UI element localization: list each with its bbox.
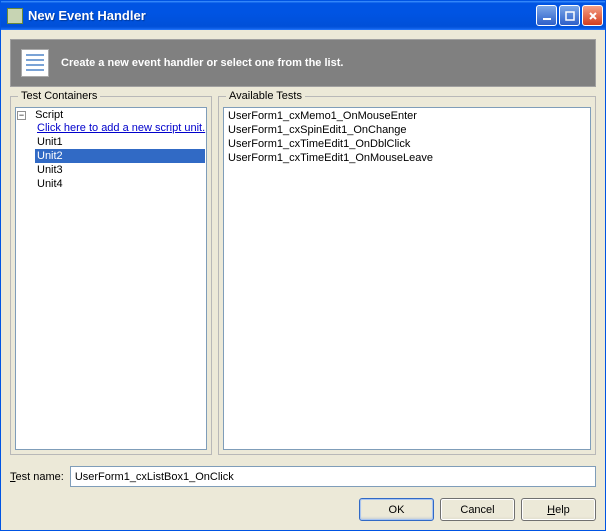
available-test-item[interactable]: UserForm1_cxTimeEdit1_OnDblClick	[225, 137, 589, 151]
available-test-item[interactable]: UserForm1_cxSpinEdit1_OnChange	[225, 123, 589, 137]
panes-row: Test Containers − Script Click here to a…	[10, 96, 596, 455]
test-name-input[interactable]	[70, 466, 596, 487]
available-tests-legend: Available Tests	[226, 90, 305, 102]
available-test-item[interactable]: UserForm1_cxMemo1_OnMouseEnter	[225, 109, 589, 123]
instruction-text: Create a new event handler or select one…	[61, 57, 343, 69]
help-button[interactable]: Help	[521, 498, 596, 521]
minimize-icon	[542, 11, 552, 21]
app-icon	[7, 8, 23, 24]
titlebar: New Event Handler	[1, 1, 605, 30]
available-test-item[interactable]: UserForm1_cxTimeEdit1_OnMouseLeave	[225, 151, 589, 165]
cancel-button[interactable]: Cancel	[440, 498, 515, 521]
tree-root: − Script Click here to add a new script …	[17, 109, 205, 191]
close-icon	[588, 11, 598, 21]
window-title: New Event Handler	[28, 8, 536, 23]
test-containers-group: Test Containers − Script Click here to a…	[10, 96, 212, 455]
test-containers-tree[interactable]: − Script Click here to add a new script …	[15, 107, 207, 450]
close-button[interactable]	[582, 5, 603, 26]
tree-root-row[interactable]: − Script	[17, 109, 205, 121]
ok-button[interactable]: OK	[359, 498, 434, 521]
tree-root-label: Script	[33, 108, 65, 122]
add-script-unit-link-text: Click here to add a new script unit.	[37, 122, 205, 134]
dialog-content: Create a new event handler or select one…	[1, 30, 605, 530]
script-icon	[21, 49, 49, 77]
instruction-banner: Create a new event handler or select one…	[10, 39, 596, 87]
tree-item[interactable]: Unit2	[35, 149, 205, 163]
dialog-buttons: OK Cancel Help	[10, 496, 596, 521]
tree-item[interactable]: Unit4	[35, 177, 205, 191]
maximize-icon	[565, 11, 575, 21]
available-tests-list[interactable]: UserForm1_cxMemo1_OnMouseEnterUserForm1_…	[223, 107, 591, 450]
minimize-button[interactable]	[536, 5, 557, 26]
tree-item[interactable]: Unit1	[35, 135, 205, 149]
test-containers-legend: Test Containers	[18, 90, 100, 102]
tree-children: Click here to add a new script unit. Uni…	[17, 121, 205, 191]
window-controls	[536, 5, 603, 26]
tree-item[interactable]: Unit3	[35, 163, 205, 177]
test-name-row: Test name:	[10, 464, 596, 487]
add-script-unit-link[interactable]: Click here to add a new script unit.	[35, 121, 205, 135]
collapse-icon[interactable]: −	[17, 111, 26, 120]
available-tests-group: Available Tests UserForm1_cxMemo1_OnMous…	[218, 96, 596, 455]
test-name-label: Test name:	[10, 471, 64, 483]
maximize-button[interactable]	[559, 5, 580, 26]
new-event-handler-window: New Event Handler Create a new event han…	[0, 0, 606, 531]
